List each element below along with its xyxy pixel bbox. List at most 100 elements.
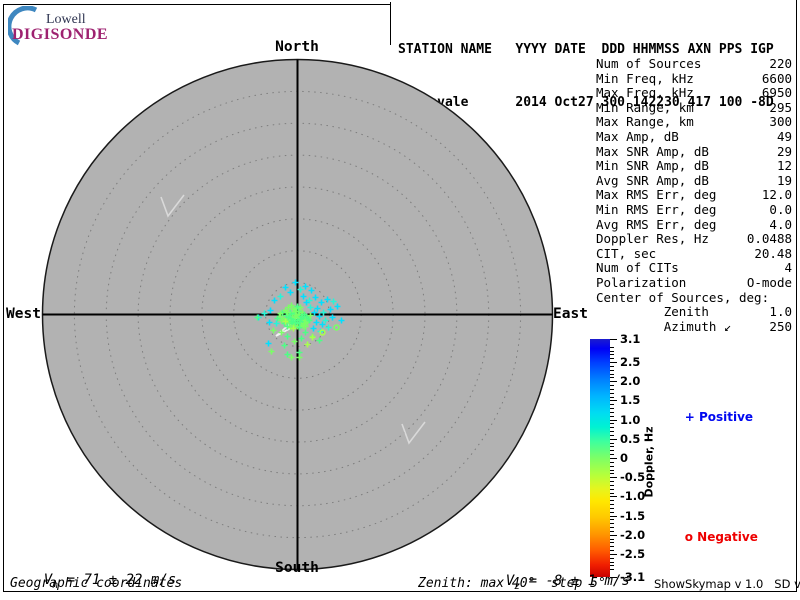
colorbar-major-tick <box>610 515 617 517</box>
stat-label: Num of CITs <box>596 260 679 276</box>
colorbar-major-tick <box>610 477 617 479</box>
stat-label: Center of Sources, deg: <box>596 289 770 305</box>
colorbar-minor-tick <box>610 484 614 486</box>
doppler-axis-label: Doppler, Hz <box>642 426 656 498</box>
colorbar-minor-tick <box>610 411 614 413</box>
colorbar-minor-tick <box>610 427 614 429</box>
colorbar-minor-tick <box>610 392 614 394</box>
coordinates-note: Geographic coordinates <box>10 576 183 591</box>
colorbar-tick-label: -0.5 <box>620 470 646 485</box>
stat-label: Polarization <box>596 274 687 290</box>
negative-marker-icon: o <box>684 530 693 544</box>
colorbar-minor-tick <box>610 519 614 521</box>
stat-label: Min RMS Err, deg <box>596 201 717 217</box>
stat-label: Doppler Res, Hz <box>596 231 709 247</box>
colorbar-minor-tick <box>610 408 614 410</box>
colorbar-minor-tick <box>610 431 614 433</box>
colorbar-tick-label: 3.1 <box>620 332 641 346</box>
colorbar-major-tick <box>610 419 617 421</box>
colorbar-minor-tick <box>610 465 614 467</box>
colorbar-major-tick <box>610 438 617 440</box>
stat-value: 12.0 <box>761 187 792 203</box>
colorbar-minor-tick <box>610 442 614 444</box>
stat-row: Min SNR Amp, dB 12 <box>596 159 792 174</box>
colorbar-minor-tick <box>610 507 614 509</box>
stat-label: Min SNR Amp, dB <box>596 158 709 174</box>
colorbar-minor-tick <box>610 550 614 552</box>
colorbar-tick-label: 2.5 <box>620 355 641 370</box>
colorbar-minor-tick <box>610 350 614 352</box>
colorbar-minor-tick <box>610 504 614 506</box>
stat-value: O-mode <box>746 274 792 290</box>
colorbar-minor-tick <box>610 523 614 525</box>
colorbar-minor-tick <box>610 500 614 502</box>
stat-row: Num of CITs 4 <box>596 261 792 276</box>
stat-value: 29 <box>776 143 792 159</box>
stat-row: Zenith 1.0 <box>596 304 792 320</box>
colorbar-minor-tick <box>610 404 614 406</box>
colorbar-minor-tick <box>610 511 614 513</box>
stat-label: Max Amp, dB <box>596 128 679 144</box>
legend-positive-label: Positive <box>698 410 754 424</box>
colorbar-major-tick <box>610 458 617 459</box>
stat-row: Max Amp, dB 49 <box>596 128 792 145</box>
legend-positive: + Positive <box>668 396 753 438</box>
colorbar-tick-label: 1.0 <box>620 412 641 427</box>
colorbar-minor-tick <box>610 530 614 532</box>
colorbar-tick-label: 0 <box>620 451 629 465</box>
legend-negative-label: Negative <box>697 530 758 544</box>
colorbar-minor-tick <box>610 423 614 425</box>
stat-row: Center of Sources, deg: <box>596 289 792 306</box>
stat-value: 0.0 <box>769 201 792 217</box>
stat-label: Avg RMS Err, deg <box>596 216 717 232</box>
stat-label: Min Freq, kHz <box>596 70 694 86</box>
zenith-range-note: Zenith: max 40° step 5° <box>418 576 606 591</box>
stat-row: Min Freq, kHz 6600 <box>596 70 792 87</box>
colorbar-minor-tick <box>610 446 614 448</box>
stat-label: Zenith <box>596 304 709 320</box>
stat-label: Max RMS Err, deg <box>596 187 717 203</box>
stat-value: 12 <box>776 158 792 174</box>
colorbar-minor-tick <box>610 538 614 540</box>
colorbar-minor-tick <box>610 488 614 490</box>
stat-value: 6600 <box>761 70 792 86</box>
colorbar-tick-label: 1.5 <box>620 393 641 408</box>
compass-north-label: North <box>275 39 319 55</box>
colorbar-tick-label: -1.0 <box>620 489 646 504</box>
colorbar-major-tick <box>610 553 617 555</box>
colorbar-minor-tick <box>610 473 614 475</box>
stat-row: Min RMS Err, deg 0.0 <box>596 201 792 218</box>
colorbar-minor-tick <box>610 454 614 456</box>
colorbar-minor-tick <box>610 369 614 371</box>
colorbar-minor-tick <box>610 542 614 544</box>
colorbar-minor-tick <box>610 481 614 483</box>
stat-value: 4.0 <box>769 216 792 232</box>
stat-row: Polarization O-mode <box>596 274 792 291</box>
colorbar-tick-label: -2.0 <box>620 527 646 542</box>
compass-east-label: East <box>553 306 588 322</box>
colorbar-minor-tick <box>610 388 614 390</box>
colorbar-minor-tick <box>610 469 614 471</box>
stat-row: CIT, sec 20.48 <box>596 245 792 262</box>
compass-south-label: South <box>275 560 319 576</box>
colorbar-minor-tick <box>610 365 614 367</box>
stat-value: 49 <box>776 128 792 144</box>
colorbar-minor-tick <box>610 450 614 452</box>
stat-value: 1.0 <box>769 304 792 320</box>
colorbar-major-tick <box>610 381 617 383</box>
stat-value: 300 <box>769 114 792 130</box>
colorbar-minor-tick <box>610 434 614 436</box>
stat-value: 4 <box>784 260 792 276</box>
measurement-stats-panel: Num of Sources 220 Min Freq, kHz 6600 Max Fr… <box>596 56 792 334</box>
stat-label: CIT, sec <box>596 245 657 261</box>
stat-row: Doppler Res, Hz 0.0488 <box>596 232 792 247</box>
colorbar-minor-tick <box>610 354 614 356</box>
stat-label: Min Range, km <box>596 99 694 115</box>
stat-value: 19 <box>776 172 792 188</box>
stat-row: Max SNR Amp, dB 29 <box>596 143 792 160</box>
stat-label: Max Range, km <box>596 114 694 130</box>
stat-row: Min Range, km 295 <box>596 99 792 116</box>
legend-negative: o Negative <box>668 516 758 558</box>
colorbar-major-tick <box>610 496 617 498</box>
colorbar-minor-tick <box>610 373 614 375</box>
